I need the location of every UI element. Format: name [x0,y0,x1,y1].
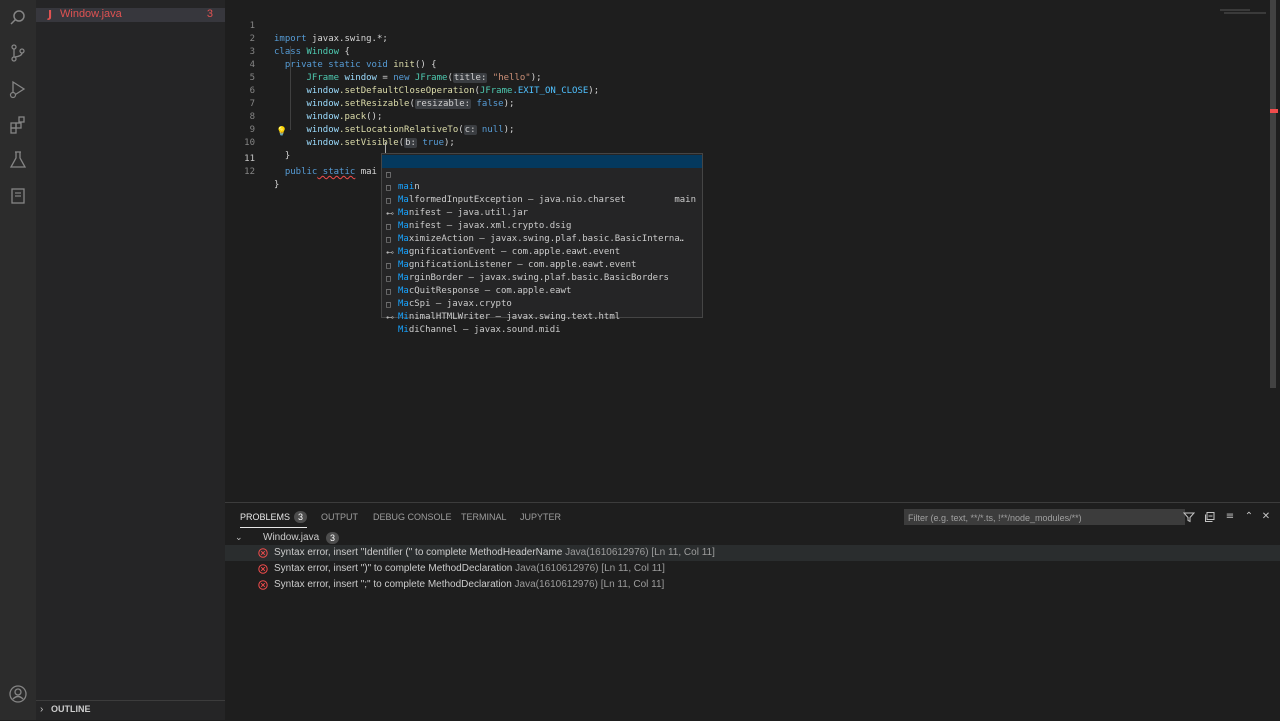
tab-terminal[interactable]: TERMINAL [461,511,507,527]
tab-label: JUPYTER [520,512,562,522]
code-line: 10 } [225,124,1265,161]
code-token: public [284,167,318,177]
java-file-icon: J [48,8,53,21]
minimap[interactable] [1220,8,1270,16]
outline-label: OUTLINE [51,704,91,714]
code-line: 5 window.setDefaultCloseOperation(JFrame… [225,59,1265,96]
explorer-sidebar: J Window.java 3 › OUTLINE [36,0,225,720]
explorer-file-item[interactable]: J Window.java 3 [36,8,225,22]
editor-scrollbar[interactable] [1270,0,1276,388]
view-as-list-icon[interactable]: ≡ [1224,511,1236,523]
explorer-file-problem-count: 3 [206,8,213,20]
suggestion-label: diChannel – javax.sound.midi [408,325,561,335]
problem-source: Java(1610612976) [515,563,599,574]
error-icon [258,564,268,574]
autocomplete-suggestions: □ main main □ MalformedInputException – … [381,153,703,335]
search-icon[interactable] [8,8,28,28]
tab-label: PROBLEMS [240,512,291,522]
extensions-icon[interactable] [8,115,28,135]
suggestion-item[interactable]: ⊷ Manifest – javax.xml.crypto.dsig [382,194,702,231]
code-line: 9 window.setVisible(b: true); [225,111,1265,148]
code-line: 11 public static mai [225,140,1265,177]
suggestion-label: nimalHTMLWriter – javax.swing.text.html [408,312,621,322]
suggestion-item[interactable]: □ main main [382,155,702,205]
problem-row[interactable]: Syntax error, insert ";" to complete Met… [225,577,1280,593]
problem-message: Syntax error, insert ";" to complete Met… [274,579,512,590]
suggestion-item[interactable]: □ MaximizeAction – javax.swing.plaf.basi… [382,207,702,244]
suggestion-item[interactable]: ⊷ MagnificationListener – com.apple.eawt… [382,233,702,270]
interface-icon: ⊷ [386,313,394,322]
tab-problems[interactable]: PROBLEMS 3 [240,511,308,528]
explorer-file-name: Window.java [60,8,122,20]
maximize-panel-icon[interactable]: ⌃ [1243,511,1255,523]
problem-location: [Ln 11, Col 11] [651,547,715,558]
problem-file-name: Window.java [263,532,320,543]
chevron-right-icon: › [40,704,44,715]
run-debug-icon[interactable] [8,79,28,99]
testing-icon[interactable] [8,150,28,170]
problems-file-group[interactable]: ⌄ Window.java 3 [225,531,1280,545]
line-number: 12 [244,167,255,177]
tab-label: OUTPUT [321,512,358,522]
source-control-icon[interactable] [8,43,28,63]
problem-location: [Ln 11, Col 11] [600,579,665,590]
close-panel-icon[interactable]: ✕ [1260,511,1272,523]
error-icon [258,548,268,558]
suggestion-match: Mi [398,325,409,335]
account-icon[interactable] [8,684,28,704]
problem-source: Java(1610612976) [565,547,649,558]
tab-jupyter[interactable]: JUPYTER [520,511,561,527]
suggestion-item[interactable]: □ MacSpi – javax.crypto [382,272,702,309]
problem-source: Java(1610612976) [514,579,598,590]
code-line: 8 window.setLocationRelativeTo(c: null); [225,98,1265,135]
tab-output[interactable]: OUTPUT [321,511,358,527]
code-line: 1 import javax.swing.*; [225,7,1265,44]
tab-debug-console[interactable]: DEBUG CONSOLE [373,511,452,527]
problem-location: [Ln 11, Col 11] [601,563,665,574]
code-line: 4 JFrame window = new JFrame(title: "hel… [225,46,1265,83]
code-line: 2 class Window { [225,20,1265,57]
problems-count-badge: 3 [294,511,308,523]
suggestion-item[interactable]: □ Manifest – java.util.jar [382,181,702,218]
bottom-panel: PROBLEMS 3 OUTPUT DEBUG CONSOLE TERMINAL … [225,502,1280,721]
suggestion-item[interactable]: □ MarginBorder – javax.swing.plaf.basic.… [382,246,702,283]
problem-row[interactable]: Syntax error, insert "Identifier (" to c… [225,545,1280,561]
problem-file-count: 3 [326,532,340,544]
suggestion-item[interactable]: □ MinimalHTMLWriter – javax.swing.text.h… [382,285,702,322]
outline-section-header[interactable]: › OUTLINE [36,700,225,721]
suggestion-item[interactable]: ⊷ MidiChannel – javax.sound.midi [382,298,702,335]
jupyter-icon[interactable] [8,186,28,206]
problem-row[interactable]: Syntax error, insert ")" to complete Met… [225,561,1280,577]
code-line: 7 window.pack(); [225,85,1265,122]
suggestion-item[interactable]: □ MalformedInputException – java.nio.cha… [382,168,702,205]
problem-message: Syntax error, insert ")" to complete Met… [274,563,513,574]
filter-icon[interactable] [1183,511,1195,523]
code-token: mai [355,167,377,177]
suggestion-item[interactable]: □ MagnificationEvent – com.apple.eawt.ev… [382,220,702,257]
code-token: static [317,167,356,177]
code-token: } [274,180,280,190]
problem-message: Syntax error, insert "Identifier (" to c… [274,547,563,558]
code-line: 3 private static void init() { [225,33,1265,70]
error-icon [258,580,268,590]
problems-filter-input[interactable]: Filter (e.g. text, **/*.ts, !**/node_mod… [904,509,1185,525]
collapse-all-icon[interactable] [1204,511,1216,523]
tab-label: DEBUG CONSOLE [373,512,452,522]
error-scroll-marker [1270,109,1278,113]
suggestion-item[interactable]: □ MacQuitResponse – com.apple.eawt [382,259,702,296]
lightbulb-icon[interactable]: 💡 [276,127,287,137]
activity-bar [0,0,36,720]
chevron-down-icon: ⌄ [235,533,243,543]
tab-label: TERMINAL [461,512,507,522]
code-line: 6 window.setResizable(resizable: false); [225,72,1265,109]
